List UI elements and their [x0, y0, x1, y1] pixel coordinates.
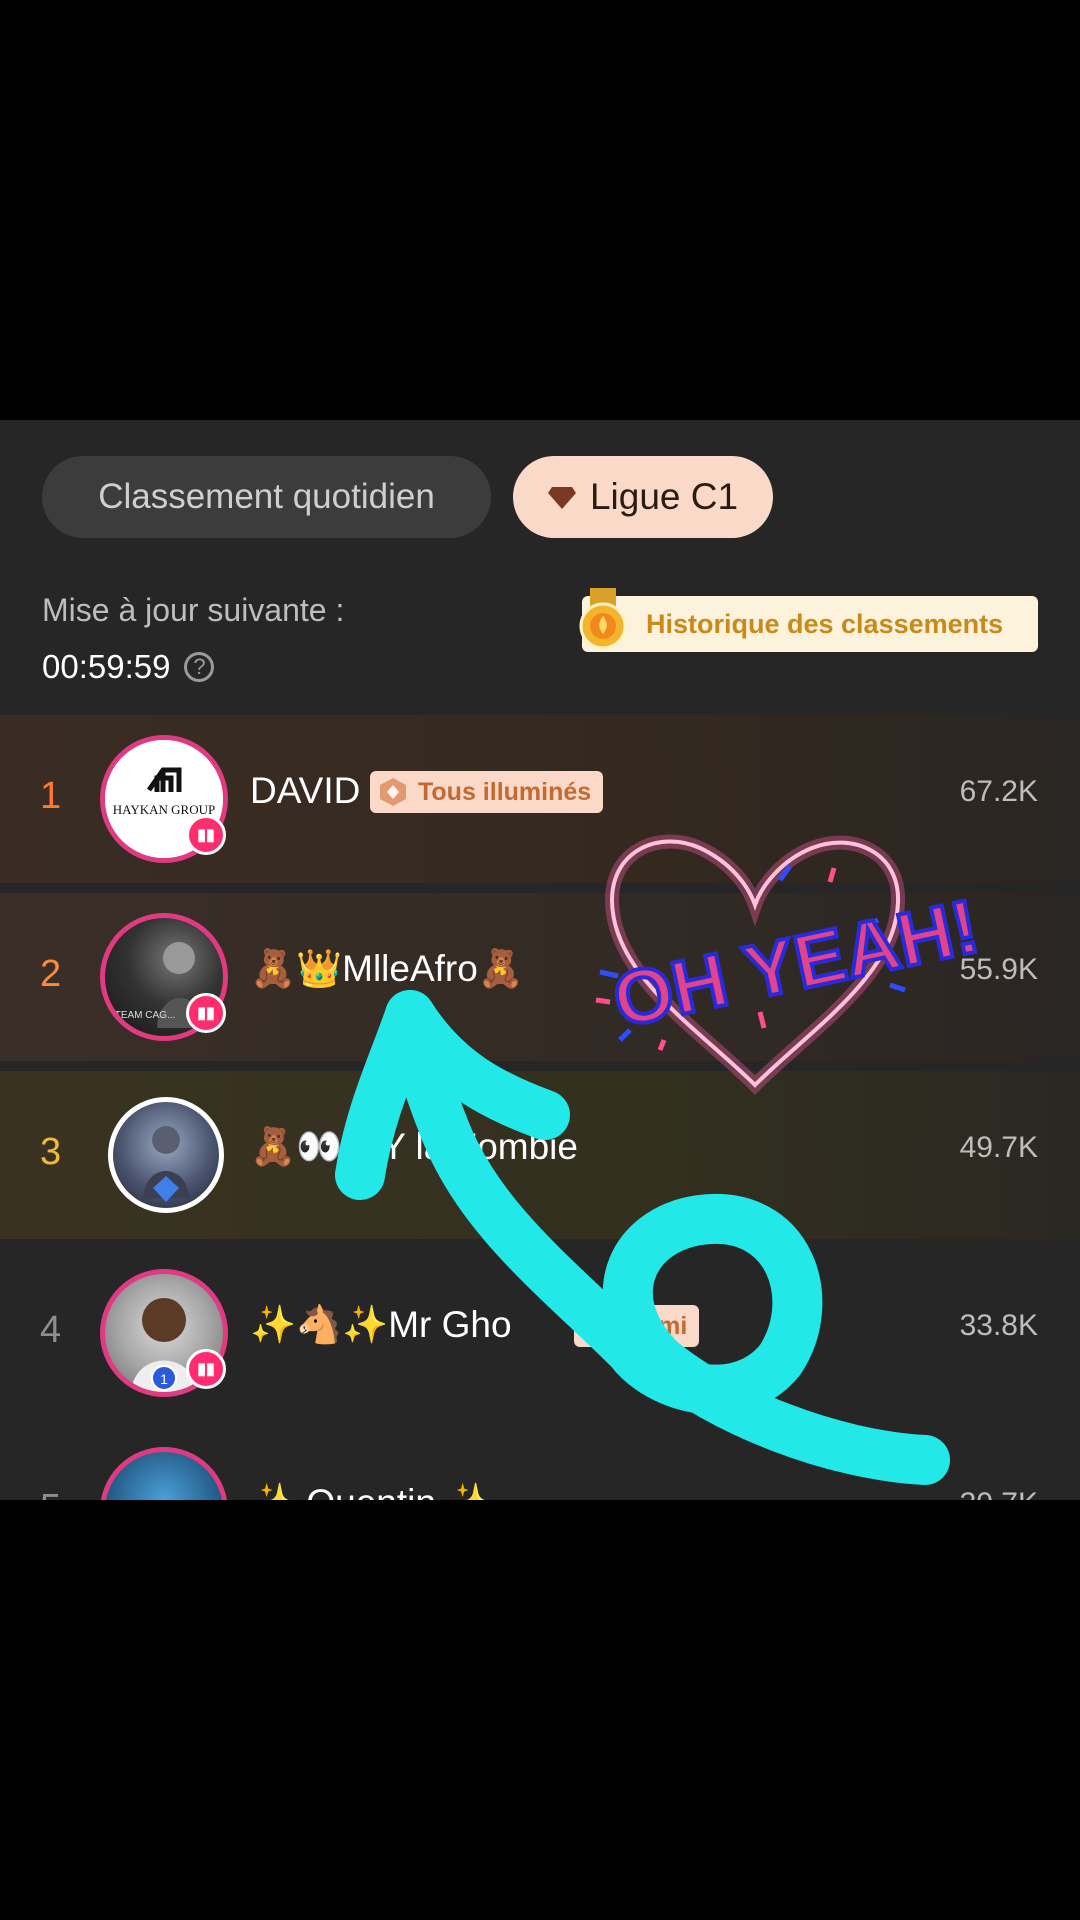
score: 30.7K [960, 1487, 1038, 1500]
score: 55.9K [959, 953, 1038, 986]
user-name: DAVID [250, 770, 361, 811]
user-name: 🧸👑MlleAfro🧸 [250, 948, 524, 989]
leaderboard-panel: Classement quotidien Ligue C1 Mise à jou… [0, 420, 1080, 1500]
diamond-icon [547, 487, 576, 509]
countdown-row: 00:59:59 ? [42, 648, 215, 686]
help-icon[interactable]: ? [184, 652, 215, 682]
badge-label: Tous illuminés [418, 777, 592, 806]
ranking-history-button[interactable]: Historique des classements [579, 588, 1038, 652]
rank-number: 3 [40, 1131, 62, 1173]
live-indicator-icon: ▮▮ [186, 993, 226, 1033]
user-name: ✨ Quentin ✨ [250, 1482, 492, 1500]
rank-number: 4 [40, 1309, 62, 1351]
score: 33.8K [959, 1309, 1038, 1342]
next-update-label: Mise à jour suivante : [42, 592, 345, 628]
avatar[interactable] [100, 1447, 228, 1500]
ranking-history-label: Historique des classements [646, 608, 1004, 639]
leaderboard-row[interactable]: 1 HAYKAN GROUP ▮▮ DAVID Tous illuminés 6… [0, 715, 1080, 883]
leaderboard-row[interactable]: 5 ✨ Quentin ✨ 30.7K [0, 1427, 1080, 1500]
badge-label: illumi [622, 1311, 688, 1340]
svg-text:1: 1 [160, 1371, 168, 1387]
score: 67.2K [959, 775, 1038, 808]
user-name: ✨🐴✨Mr Gho [250, 1304, 512, 1345]
all-lit-badge: Tous illuminés [370, 771, 604, 813]
tab-daily-label: Classement quotidien [98, 477, 435, 516]
avatar-photo-icon [143, 1126, 189, 1202]
hexagon-gem-icon [584, 1312, 610, 1340]
tab-bar: Classement quotidien Ligue C1 [42, 456, 773, 538]
rank-number: 5 [40, 1487, 80, 1500]
tab-league-label: Ligue C1 [589, 476, 739, 517]
all-lit-badge: illumi [574, 1305, 700, 1347]
live-indicator-icon: ▮▮ [186, 815, 226, 855]
avatar[interactable] [108, 1097, 224, 1213]
rank-number: 1 [40, 775, 62, 817]
rank-number: 2 [40, 953, 62, 995]
svg-text:TEAM CAG...: TEAM CAG... [115, 1010, 176, 1021]
countdown-timer: 00:59:59 [42, 648, 171, 685]
leaderboard-row[interactable]: 2 TEAM CAG... ▮▮ 🧸👑MlleAfro🧸 55.9K [0, 893, 1080, 1061]
leaderboard-row[interactable]: 4 1 ▮▮ ✨🐴✨Mr Gho illumi 33.8K [0, 1249, 1080, 1417]
medal-icon [579, 588, 627, 650]
user-name: 🧸👀 L Y la Zombie [250, 1126, 578, 1167]
hexagon-gem-icon [380, 778, 406, 806]
live-indicator-icon: ▮▮ [186, 1349, 226, 1389]
tab-league-c1[interactable]: Ligue C1 [513, 456, 773, 538]
tab-daily-ranking[interactable]: Classement quotidien [42, 456, 491, 538]
score: 49.7K [959, 1131, 1038, 1164]
leaderboard-row[interactable]: 3 🧸👀 L Y la Zombie 49.7K [0, 1071, 1080, 1239]
